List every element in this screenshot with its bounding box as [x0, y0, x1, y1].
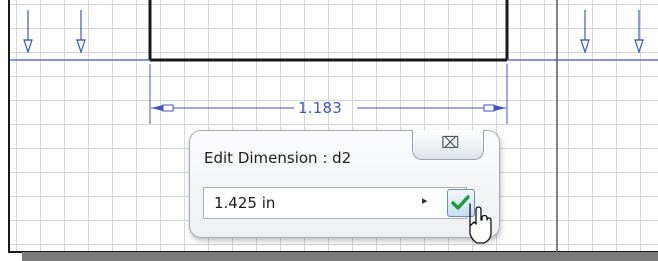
vertical-constraint-icon — [23, 10, 33, 54]
vertical-constraint-icon — [634, 10, 644, 54]
dimension-value-input[interactable]: 1.425 in ▸ — [203, 187, 467, 219]
dimension-arrow-tail-right — [483, 104, 495, 112]
close-button[interactable]: ⌧ — [412, 130, 484, 160]
dialog-title: Edit Dimension : d2 — [204, 149, 352, 167]
edit-dimension-dialog: Edit Dimension : d2 ⌧ 1.425 in ▸ — [189, 130, 500, 238]
vertical-constraint-icon — [580, 10, 590, 54]
close-icon: ⌧ — [441, 133, 460, 152]
dimension-value-label[interactable]: 1.183 — [298, 99, 342, 117]
arrow-right-icon[interactable]: ▸ — [422, 194, 428, 207]
dimension-arrow-tail-left — [162, 104, 174, 112]
dimension-value-text: 1.425 in — [214, 194, 276, 212]
mouse-pointer-icon — [469, 203, 492, 244]
vertical-constraint-icon — [76, 10, 86, 54]
